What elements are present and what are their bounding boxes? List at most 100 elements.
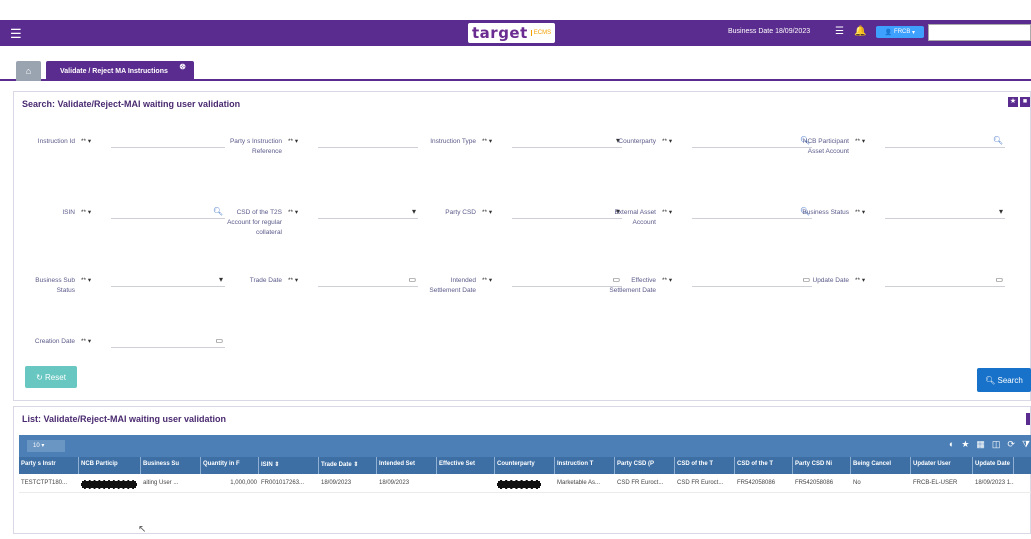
field-intended-settlement-date: Intended Settlement Date ** ▾ ▭ [429,275,622,294]
chevron-down-icon: ▾ [998,207,1003,216]
user-menu-button[interactable]: 👤 FRCB ▾ [876,26,924,38]
global-search-input[interactable] [928,24,1031,41]
column-header[interactable]: ISIN ⇕ [259,457,319,474]
search-panel-title: Search: Validate/Reject-MAI waiting user… [22,99,241,109]
table-row[interactable]: TESTCTPT180... aiting User ... 1,000,000… [19,476,1031,493]
search-panel: Search: Validate/Reject-MAI waiting user… [13,91,1031,401]
column-header[interactable]: Business Su [141,457,201,474]
field-trade-date: Trade Date ** ▾ ▭ [227,274,418,287]
search-icon: 🔍︎ [985,375,998,385]
business-date: Business Date 18/09/2023 [728,28,811,35]
column-header[interactable]: Intended Set [377,457,437,474]
csd-t2s-account-select[interactable]: ▾ [318,206,418,219]
table-cell: FR001017263... [261,480,305,486]
redacted-cell [495,476,555,492]
home-icon: ⌂ [25,66,32,76]
creation-date-input[interactable]: ▭ [111,335,225,348]
table-cell: Marketable As... [557,480,601,486]
instruction-id-input[interactable] [111,135,225,148]
column-header[interactable]: Party CSD (P [615,457,675,474]
party-instruction-reference-input[interactable] [318,135,418,148]
star-icon[interactable]: ★ [1008,97,1018,107]
filter-icon[interactable]: ⧩ [1022,439,1030,450]
field-party-csd: Party CSD ** ▾ ▾ [421,206,622,219]
column-header[interactable]: Instruction T [555,457,615,474]
table-cell: CSD FR Euroct... [617,480,664,486]
column-header[interactable]: Updater User [911,457,973,474]
search-button[interactable]: 🔍︎ Search [977,368,1031,392]
column-header[interactable]: Quantity in F [201,457,259,474]
table-cell: 18/09/2023 [379,480,410,486]
page-size-select[interactable]: 10 ▾ [27,440,65,452]
field-external-asset-account: External Asset Account ** ▾ 🔍︎ [614,207,812,226]
column-header[interactable]: CSD of the T [675,457,735,474]
calendar-icon[interactable]: ▭ [215,336,223,345]
table-cell: 18/09/2023 1... [975,480,1014,486]
field-counterparty: Counterparty ** ▾ 🔍︎ [601,135,812,148]
reset-icon: ↻ [36,372,46,382]
table-cell [437,476,495,492]
column-header[interactable]: Effective Set [437,457,495,474]
user-label: FRCB [894,29,911,35]
top-bar: ☰ target ECMS Business Date 18/09/2023 ☰… [0,20,1031,46]
trade-date-input[interactable]: ▭ [318,274,418,287]
column-header[interactable]: Update Date [973,457,1014,474]
field-instruction-id: Instruction Id ** ▾ [20,135,225,148]
table-cell: 18/09/2023 [321,480,352,486]
panel-menu-icon[interactable]: ■ [1020,97,1030,107]
panel-marker [1026,413,1030,425]
field-csd-t2s-account: CSD of the T2S Account for regular colla… [227,206,418,236]
field-party-instruction-reference: Party s Instruction Reference ** ▾ [227,135,418,157]
reset-button[interactable]: ↻ Reset [25,366,77,388]
search-icon[interactable]: 🔍︎ [213,207,223,216]
field-effective-settlement-date: Effective Settlement Date ** ▾ ▭ [609,275,812,294]
table-cell: 1,000,000 [230,480,257,486]
list-panel-title: List: Validate/Reject-MAI waiting user v… [22,414,227,424]
refresh-icon[interactable]: ⟳ [1007,439,1015,450]
tab-bar: ⌂ Validate / Reject MA Instructions ⊗ [0,61,1031,81]
field-update-date: Update Date ** ▾ ▭ [794,274,1005,287]
list-panel: List: Validate/Reject-MAI waiting user v… [13,406,1031,534]
chevron-down-icon: ▾ [218,275,223,284]
table-cell: FR542058086 [737,480,776,486]
table-cell: TESTCTPT180... [21,480,68,486]
column-header[interactable]: Party s Instr [19,457,79,474]
tab-validate-reject[interactable]: Validate / Reject MA Instructions ⊗ [46,61,194,81]
list-icon[interactable]: ☰ [835,26,844,37]
isin-input[interactable]: 🔍︎ [111,206,225,219]
calendar-icon[interactable]: ▭ [408,275,416,284]
home-tab[interactable]: ⌂ [16,61,41,81]
bell-icon[interactable]: 🔔 [854,26,866,37]
field-ncb-participant-asset-account: NCB Participant Asset Account ** ▾ 🔍︎ [802,135,1005,155]
table-cell: No [853,480,861,486]
column-header[interactable]: Counterparty [495,457,555,474]
redacted-cell [79,476,141,492]
field-instruction-type: Instruction Type ** ▾ ▾ [421,135,622,148]
redaction-block [497,480,541,489]
column-header[interactable]: NCB Particip [79,457,141,474]
export-excel-icon[interactable]: ▦ [976,439,985,450]
column-header[interactable]: Trade Date ⇕ [319,457,377,474]
business-sub-status-select[interactable]: ▾ [111,274,225,287]
ncb-participant-asset-account-input[interactable]: 🔍︎ [885,135,1005,148]
grid-toolbar: 10 ▾ ◐ ★ ▦ ◫ ⟳ ⧩ [19,435,1031,457]
column-header[interactable]: CSD of the T [735,457,793,474]
chevron-down-icon: ▾ [910,29,916,36]
column-header[interactable]: Being Cancel [851,457,911,474]
close-icon[interactable]: ⊗ [179,62,186,71]
business-status-select[interactable]: ▾ [885,206,1005,219]
field-business-status: Business Status ** ▾ ▾ [794,206,1005,219]
table-cell: CSD FR Euroct... [677,480,724,486]
toggle-icon[interactable]: ◐ [949,439,954,450]
calendar-icon[interactable]: ▭ [995,275,1003,284]
mouse-cursor-icon: ↖ [138,524,147,535]
field-creation-date: Creation Date ** ▾ ▭ [20,335,225,348]
column-header[interactable]: Party CSD Ni [793,457,851,474]
update-date-input[interactable]: ▭ [885,274,1005,287]
table-cell: aiting User ... [143,480,179,486]
export-icon[interactable]: ◫ [992,439,1001,450]
hamburger-icon[interactable]: ☰ [10,27,24,40]
field-isin: ISIN ** ▾ 🔍︎ [20,206,225,219]
search-icon[interactable]: 🔍︎ [993,136,1003,145]
star-icon[interactable]: ★ [961,439,969,450]
